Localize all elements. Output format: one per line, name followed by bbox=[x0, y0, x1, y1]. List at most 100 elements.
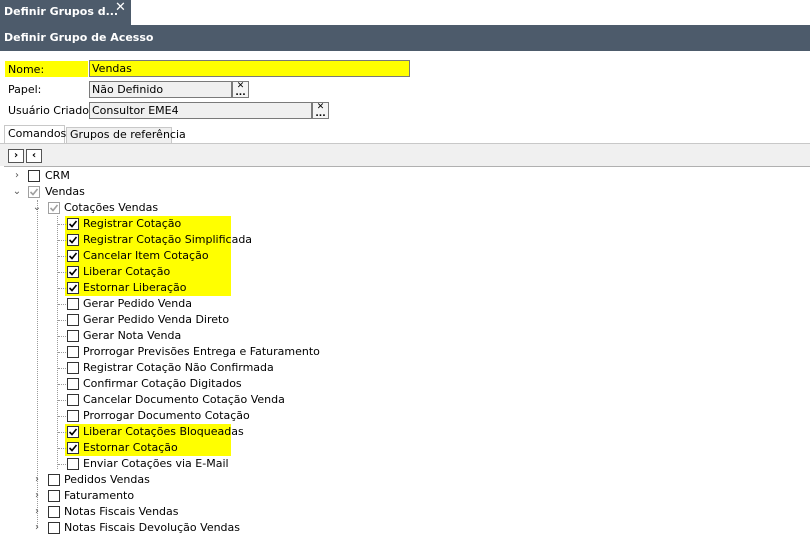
tree-item-label: Prorrogar Previsões Entrega e Faturament… bbox=[83, 345, 320, 358]
tree-item-label: Liberar Cotação bbox=[83, 265, 171, 278]
tree-item-checkbox[interactable] bbox=[67, 426, 79, 438]
chevron-down-icon[interactable]: ⌄ bbox=[32, 200, 42, 216]
collapse-all-button[interactable]: ‹ bbox=[26, 149, 42, 163]
papel-input[interactable]: Não Definido bbox=[89, 81, 232, 98]
tab-grupos-referencia[interactable]: Grupos de referência bbox=[66, 127, 186, 143]
document-tab[interactable]: Definir Grupos d... ✕ bbox=[0, 0, 131, 25]
tree-item[interactable]: Gerar Pedido Venda bbox=[0, 296, 810, 312]
tree-item-checkbox[interactable] bbox=[48, 474, 60, 486]
tree-item[interactable]: Registrar Cotação Simplificada bbox=[0, 232, 810, 248]
check-icon bbox=[49, 204, 59, 212]
tree-item[interactable]: ⌄ Vendas bbox=[0, 184, 810, 200]
tree-item[interactable]: Liberar Cotações Bloqueadas bbox=[0, 424, 810, 440]
nome-input[interactable]: Vendas bbox=[89, 60, 410, 77]
tree-item-checkbox[interactable] bbox=[28, 186, 40, 198]
tree-item-label: Gerar Pedido Venda bbox=[83, 297, 192, 310]
window-header: Definir Grupo de Acesso bbox=[0, 25, 810, 51]
tree-item[interactable]: › Notas Fiscais Devolução Vendas bbox=[0, 520, 810, 536]
tree-item[interactable]: Cancelar Documento Cotação Venda bbox=[0, 392, 810, 408]
more-icon[interactable]: ... bbox=[313, 110, 328, 119]
tree-item-checkbox[interactable] bbox=[67, 410, 79, 422]
tree-item-checkbox[interactable] bbox=[67, 346, 79, 358]
tree-item-checkbox[interactable] bbox=[67, 282, 79, 294]
tree-item[interactable]: Confirmar Cotação Digitados bbox=[0, 376, 810, 392]
tree-item[interactable]: › Notas Fiscais Vendas bbox=[0, 504, 810, 520]
tree-item-label: Notas Fiscais Devolução Vendas bbox=[64, 521, 241, 534]
tree-item-label: Faturamento bbox=[64, 489, 135, 502]
tree-item-checkbox[interactable] bbox=[67, 362, 79, 374]
tree-item-checkbox[interactable] bbox=[67, 250, 79, 262]
check-icon bbox=[29, 188, 39, 196]
tree-item-checkbox[interactable] bbox=[67, 234, 79, 246]
tree-item[interactable]: Registrar Cotação Não Confirmada bbox=[0, 360, 810, 376]
check-icon bbox=[68, 444, 78, 452]
tree-item[interactable]: › Pedidos Vendas bbox=[0, 472, 810, 488]
tree-item[interactable]: ⌄ Cotações Vendas bbox=[0, 200, 810, 216]
tree-item[interactable]: Enviar Cotações via E-Mail bbox=[0, 456, 810, 472]
tree-item[interactable]: › CRM bbox=[0, 168, 810, 184]
tree-item-label: Estornar Liberação bbox=[83, 281, 187, 294]
document-tab-title: Definir Grupos d... bbox=[4, 5, 119, 18]
chevron-right-icon[interactable]: › bbox=[32, 504, 42, 520]
tree-item-checkbox[interactable] bbox=[28, 170, 40, 182]
tree-item-checkbox[interactable] bbox=[67, 458, 79, 470]
tree-item-checkbox[interactable] bbox=[67, 298, 79, 310]
expand-all-button[interactable]: › bbox=[8, 149, 24, 163]
tree-item-label: Confirmar Cotação Digitados bbox=[83, 377, 242, 390]
tree-item[interactable]: Gerar Pedido Venda Direto bbox=[0, 312, 810, 328]
tree-item-label: Cancelar Documento Cotação Venda bbox=[83, 393, 285, 406]
papel-picker-button[interactable]: ✕ ... bbox=[232, 81, 249, 98]
tree-item-label: Vendas bbox=[45, 185, 85, 198]
more-icon[interactable]: ... bbox=[233, 89, 248, 98]
chevron-right-icon[interactable]: › bbox=[32, 472, 42, 488]
tree-item-label: Estornar Cotação bbox=[83, 441, 178, 454]
chevron-right-icon[interactable]: › bbox=[32, 520, 42, 536]
tree-item-checkbox[interactable] bbox=[67, 218, 79, 230]
tree-item-label: Notas Fiscais Vendas bbox=[64, 505, 179, 518]
tree-item[interactable]: Estornar Liberação bbox=[0, 280, 810, 296]
chevron-down-icon[interactable]: ⌄ bbox=[12, 184, 22, 200]
tree-item-label: Enviar Cotações via E-Mail bbox=[83, 457, 229, 470]
tree-item[interactable]: Prorrogar Previsões Entrega e Faturament… bbox=[0, 344, 810, 360]
tree-item[interactable]: Prorrogar Documento Cotação bbox=[0, 408, 810, 424]
tree-item-checkbox[interactable] bbox=[67, 394, 79, 406]
tree-toolbar: › ‹ bbox=[0, 144, 810, 166]
usuario-label: Usuário Criador: bbox=[8, 104, 98, 117]
tree-item-label: Pedidos Vendas bbox=[64, 473, 150, 486]
check-icon bbox=[68, 236, 78, 244]
tree-item[interactable]: Liberar Cotação bbox=[0, 264, 810, 280]
chevron-right-icon[interactable]: › bbox=[32, 488, 42, 504]
check-icon bbox=[68, 268, 78, 276]
tree-item-checkbox[interactable] bbox=[48, 490, 60, 502]
papel-label: Papel: bbox=[8, 83, 42, 96]
tree-item-checkbox[interactable] bbox=[67, 378, 79, 390]
tree-item-checkbox[interactable] bbox=[48, 522, 60, 534]
tree-item-checkbox[interactable] bbox=[48, 506, 60, 518]
tree-item-label: Registrar Cotação Não Confirmada bbox=[83, 361, 274, 374]
usuario-picker-button[interactable]: ✕ ... bbox=[312, 102, 329, 119]
tree-item-checkbox[interactable] bbox=[67, 442, 79, 454]
tree-item[interactable]: Registrar Cotação bbox=[0, 216, 810, 232]
tree-item-label: Cotações Vendas bbox=[64, 201, 159, 214]
tree-item-label: CRM bbox=[45, 169, 70, 182]
nome-label: Nome: bbox=[5, 61, 88, 77]
tree-item[interactable]: Estornar Cotação bbox=[0, 440, 810, 456]
document-tab-bar: Definir Grupos d... ✕ bbox=[0, 0, 810, 25]
tree-item[interactable]: Gerar Nota Venda bbox=[0, 328, 810, 344]
tree-item-checkbox[interactable] bbox=[67, 330, 79, 342]
close-icon[interactable]: ✕ bbox=[115, 0, 126, 15]
tree-item-label: Registrar Cotação bbox=[83, 217, 182, 230]
check-icon bbox=[68, 284, 78, 292]
tree-item-checkbox[interactable] bbox=[67, 266, 79, 278]
page-title: Definir Grupo de Acesso bbox=[4, 31, 154, 44]
check-icon bbox=[68, 252, 78, 260]
tree-item[interactable]: Cancelar Item Cotação bbox=[0, 248, 810, 264]
usuario-input[interactable]: Consultor EME4 bbox=[89, 102, 312, 119]
tree-item[interactable]: › Faturamento bbox=[0, 488, 810, 504]
check-icon bbox=[68, 428, 78, 436]
chevron-right-icon[interactable]: › bbox=[12, 168, 22, 184]
tree-item-checkbox[interactable] bbox=[48, 202, 60, 214]
tree-item-label: Gerar Pedido Venda Direto bbox=[83, 313, 230, 326]
tree-item-checkbox[interactable] bbox=[67, 314, 79, 326]
tab-comandos[interactable]: Comandos bbox=[4, 125, 66, 143]
